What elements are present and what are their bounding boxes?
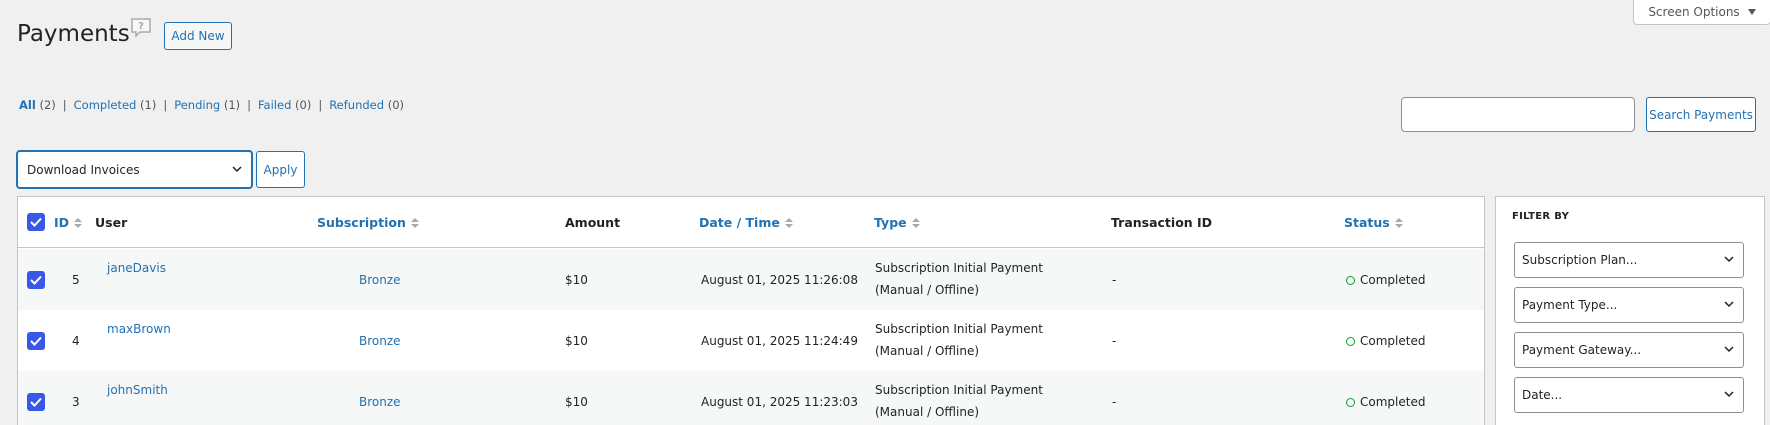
search-input[interactable] [1401, 97, 1635, 132]
chevron-down-icon [1724, 301, 1734, 308]
status-circle-icon [1346, 397, 1355, 407]
view-refunded-link[interactable]: Refunded [329, 97, 384, 113]
column-amount-header: Amount [565, 215, 621, 230]
apply-button[interactable]: Apply [256, 151, 305, 188]
user-link[interactable]: johnSmith [107, 383, 168, 397]
caret-down-icon [1747, 9, 1756, 15]
sort-arrows-icon [410, 217, 419, 228]
view-completed-count: (1) [140, 98, 157, 112]
separator: | [163, 98, 168, 112]
view-all-link[interactable]: All [19, 97, 36, 113]
checkmark-icon [30, 275, 42, 285]
date-time: August 01, 2025 11:26:08 [701, 273, 858, 287]
column-date-header[interactable]: Date / Time [699, 215, 793, 230]
sort-arrows-icon [784, 217, 793, 228]
view-failed-count: (0) [295, 98, 312, 112]
view-failed-link[interactable]: Failed [258, 97, 291, 113]
bulk-actions-select[interactable]: Download Invoices [17, 151, 252, 188]
status-circle-icon [1346, 275, 1355, 285]
chevron-down-icon [1724, 391, 1734, 398]
bulk-actions-selected: Download Invoices [27, 162, 140, 177]
filter-select-label: Subscription Plan... [1522, 253, 1638, 267]
checkmark-icon [30, 397, 42, 407]
view-refunded-count: (0) [387, 98, 405, 112]
sort-arrows-icon [1394, 217, 1403, 228]
separator: | [247, 98, 251, 112]
user-link[interactable]: janeDavis [107, 261, 166, 275]
subscription-link[interactable]: Bronze [359, 334, 401, 348]
page-title: Payments [17, 21, 130, 47]
date-time: August 01, 2025 11:23:03 [701, 395, 858, 409]
filter-title: FILTER BY [1512, 211, 1570, 222]
status-badge: Completed [1346, 334, 1425, 348]
date-time: August 01, 2025 11:24:49 [701, 334, 858, 348]
payment-type: Subscription Initial Payment (Manual / O… [875, 383, 1043, 419]
payment-type: Subscription Initial Payment (Manual / O… [875, 261, 1043, 297]
subscription-link[interactable]: Bronze [359, 273, 401, 287]
screen-options-button[interactable]: Screen Options [1633, 0, 1770, 25]
transaction-id: - [1112, 395, 1117, 409]
view-pending-link[interactable]: Pending [174, 97, 220, 113]
row-checkbox[interactable] [27, 271, 45, 289]
view-completed-link[interactable]: Completed [74, 97, 137, 113]
chevron-down-icon [1724, 256, 1734, 263]
screen-options-label: Screen Options [1648, 5, 1740, 19]
amount: $10 [565, 273, 588, 287]
svg-text:?: ? [138, 21, 144, 32]
filter-select-label: Date... [1522, 388, 1563, 402]
subscription-plan-filter[interactable]: Subscription Plan... [1514, 242, 1744, 278]
checkmark-icon [30, 336, 42, 346]
payment-id: 3 [72, 395, 80, 409]
filter-select-label: Payment Gateway... [1522, 343, 1642, 357]
payment-type-filter[interactable]: Payment Type... [1514, 287, 1744, 323]
view-pending-count: (1) [223, 98, 241, 112]
payment-id: 4 [72, 334, 80, 348]
payment-type: Subscription Initial Payment (Manual / O… [875, 322, 1043, 358]
table-row: 5 janeDavis Bronze $10 August 01, 2025 1… [18, 249, 1484, 310]
table-row: 3 johnSmith Bronze $10 August 01, 2025 1… [18, 371, 1484, 425]
user-link[interactable]: maxBrown [107, 322, 171, 336]
separator: | [62, 98, 67, 112]
table-header: ID User Subscription Amount Date / Time … [18, 197, 1484, 248]
row-checkbox[interactable] [27, 332, 45, 350]
payment-id: 5 [72, 273, 80, 287]
column-id-header[interactable]: ID [54, 215, 83, 230]
column-transaction-header: Transaction ID [1111, 215, 1213, 230]
separator: | [318, 98, 323, 112]
checkmark-icon [30, 217, 42, 227]
add-new-button[interactable]: Add New [164, 22, 232, 50]
column-user-header: User [95, 215, 128, 230]
sort-arrows-icon [74, 217, 83, 228]
sort-arrows-icon [911, 217, 920, 228]
date-filter[interactable]: Date... [1514, 377, 1744, 413]
status-views: All (2) | Completed (1) | Pending (1) | … [19, 97, 404, 113]
chevron-down-icon [232, 166, 242, 173]
subscription-link[interactable]: Bronze [359, 395, 401, 409]
chevron-down-icon [1724, 346, 1734, 353]
column-subscription-header[interactable]: Subscription [317, 215, 419, 230]
view-all-count: (2) [39, 98, 56, 112]
column-status-header[interactable]: Status [1344, 215, 1403, 230]
row-checkbox[interactable] [27, 393, 45, 411]
table-row: 4 maxBrown Bronze $10 August 01, 2025 11… [18, 310, 1484, 371]
filter-select-label: Payment Type... [1522, 298, 1618, 312]
column-type-header[interactable]: Type [874, 215, 920, 230]
payments-table: ID User Subscription Amount Date / Time … [17, 196, 1485, 425]
transaction-id: - [1112, 273, 1117, 287]
status-badge: Completed [1346, 273, 1425, 287]
amount: $10 [565, 334, 588, 348]
status-badge: Completed [1346, 395, 1425, 409]
status-circle-icon [1346, 336, 1355, 346]
help-speech-bubble-icon[interactable]: ? [130, 17, 152, 39]
payment-gateway-filter[interactable]: Payment Gateway... [1514, 332, 1744, 368]
search-payments-button[interactable]: Search Payments [1646, 97, 1756, 132]
amount: $10 [565, 395, 588, 409]
select-all-checkbox[interactable] [27, 213, 45, 231]
filter-panel: FILTER BY Subscription Plan... Payment T… [1495, 196, 1765, 425]
transaction-id: - [1112, 334, 1117, 348]
